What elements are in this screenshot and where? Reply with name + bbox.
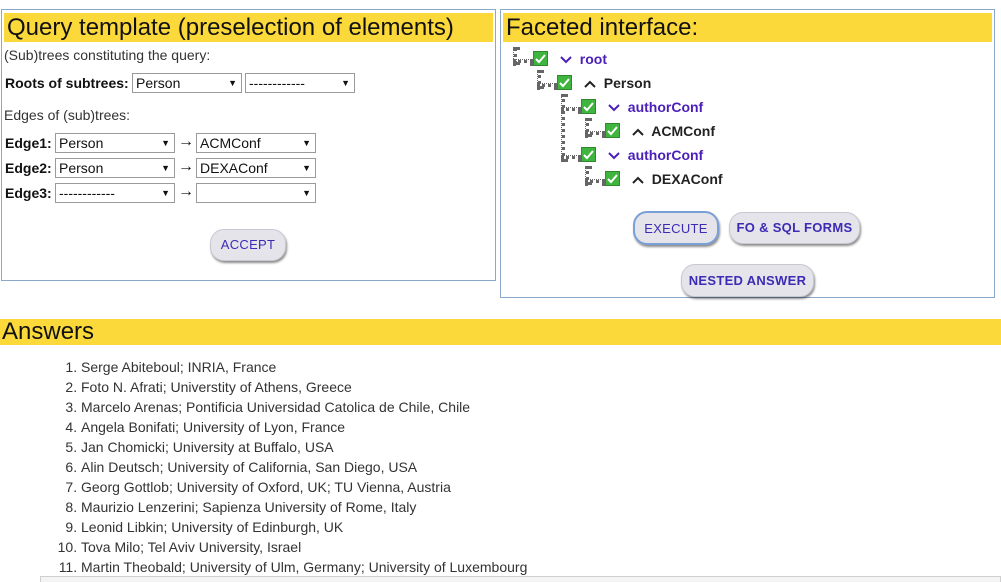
list-item: Leonid Libkin; University of Edinburgh, …	[81, 517, 527, 537]
list-item: Foto N. Afrati; Universtity of Athens, G…	[81, 377, 527, 397]
chevron-down-icon[interactable]	[607, 148, 621, 164]
query-template-title: Query template (preselection of elements…	[4, 13, 493, 42]
tree-node-label: authorConf	[627, 99, 704, 115]
list-item: Marcelo Arenas; Pontificia Universidad C…	[81, 397, 527, 417]
roots-label: Roots of subtrees:	[5, 75, 129, 91]
tree-connector	[585, 179, 605, 183]
tree-node-label: DEXAConf	[651, 171, 723, 187]
tree-connector	[537, 83, 557, 87]
edge1-to-value: ACMConf	[200, 135, 261, 151]
root-select-1[interactable]: Person ▼	[132, 73, 242, 93]
chevron-up-icon[interactable]	[631, 124, 645, 140]
edge1-from-value: Person	[59, 135, 104, 151]
tree-node-label: authorConf	[627, 147, 704, 163]
tree-node-authorconf-1[interactable]: authorConf	[581, 99, 703, 119]
chevron-down-icon: ▼	[302, 188, 311, 198]
chevron-down-icon: ▼	[302, 163, 311, 173]
edge2-label: Edge2:	[5, 160, 52, 176]
nested-answer-button[interactable]: NESTED ANSWER	[681, 264, 814, 297]
list-item: Alin Deutsch; University of California, …	[81, 457, 527, 477]
tree-connector	[585, 131, 605, 135]
checkbox-checked-icon[interactable]	[557, 75, 572, 90]
list-item: Martin Theobald; University of Ulm, Germ…	[81, 557, 527, 577]
chevron-down-icon: ▼	[161, 163, 170, 173]
chevron-down-icon[interactable]	[607, 100, 621, 116]
edge3-to-select[interactable]: ▼	[196, 183, 316, 203]
root-select-1-value: Person	[136, 75, 181, 91]
chevron-up-icon[interactable]	[631, 172, 645, 188]
list-item: Angela Bonifati; University of Lyon, Fra…	[81, 417, 527, 437]
right-arrow-icon: →	[178, 183, 194, 200]
tree-node-label: Person	[603, 75, 652, 91]
edge3-from-select[interactable]: ------------ ▼	[55, 183, 175, 203]
horizontal-scrollbar[interactable]	[40, 576, 1001, 582]
tree-node-label: ACMConf	[651, 123, 716, 139]
answers-list: Serge Abiteboul; INRIA, France Foto N. A…	[46, 357, 527, 577]
checkbox-checked-icon[interactable]	[605, 123, 620, 138]
chevron-down-icon: ▼	[161, 138, 170, 148]
edge2-from-value: Person	[59, 160, 104, 176]
fo-sql-forms-button[interactable]: FO & SQL FORMS	[729, 212, 860, 244]
tree-node-acmconf[interactable]: ACMConf	[605, 123, 715, 143]
edges-caption: Edges of (sub)trees:	[4, 107, 131, 123]
edge2-to-select[interactable]: DEXAConf ▼	[196, 158, 316, 178]
tree-node-label: root	[579, 51, 607, 67]
right-arrow-icon: →	[178, 158, 194, 175]
chevron-down-icon[interactable]	[559, 52, 573, 68]
root-select-2[interactable]: ------------ ▼	[245, 73, 355, 93]
edge2-to-value: DEXAConf	[200, 160, 268, 176]
chevron-down-icon: ▼	[302, 138, 311, 148]
tree-node-dexaconf[interactable]: DEXAConf	[605, 171, 723, 191]
chevron-down-icon: ▼	[228, 78, 237, 88]
tree-connector	[561, 155, 581, 159]
list-item: Maurizio Lenzerini; Sapienza University …	[81, 497, 527, 517]
execute-button[interactable]: EXECUTE	[633, 211, 719, 245]
list-item: Tova Milo; Tel Aviv University, Israel	[81, 537, 527, 557]
chevron-down-icon: ▼	[161, 188, 170, 198]
edge1-from-select[interactable]: Person ▼	[55, 133, 175, 153]
subtrees-caption: (Sub)trees constituting the query:	[4, 47, 211, 63]
chevron-up-icon[interactable]	[583, 76, 597, 92]
tree-node-person[interactable]: Person	[557, 75, 651, 95]
edge1-to-select[interactable]: ACMConf ▼	[196, 133, 316, 153]
tree-connector	[561, 107, 581, 111]
edge3-label: Edge3:	[5, 185, 52, 201]
list-item: Georg Gottlob; University of Oxford, UK;…	[81, 477, 527, 497]
answers-title: Answers	[0, 319, 1001, 345]
tree-connector	[513, 59, 533, 63]
chevron-down-icon: ▼	[341, 78, 350, 88]
list-item: Jan Chomicki; University at Buffalo, USA	[81, 437, 527, 457]
root-select-2-value: ------------	[249, 75, 305, 91]
checkbox-checked-icon[interactable]	[605, 171, 620, 186]
faceted-interface-title: Faceted interface:	[503, 13, 992, 42]
accept-button[interactable]: ACCEPT	[210, 229, 286, 261]
checkbox-checked-icon[interactable]	[533, 51, 548, 66]
list-item: Serge Abiteboul; INRIA, France	[81, 357, 527, 377]
tree-connector	[561, 94, 565, 162]
right-arrow-icon: →	[178, 133, 194, 150]
checkbox-checked-icon[interactable]	[581, 99, 596, 114]
checkbox-checked-icon[interactable]	[581, 147, 596, 162]
edge1-label: Edge1:	[5, 135, 52, 151]
tree-node-authorconf-2[interactable]: authorConf	[581, 147, 703, 167]
tree-node-root[interactable]: root	[533, 51, 607, 71]
edge2-from-select[interactable]: Person ▼	[55, 158, 175, 178]
edge3-from-value: ------------	[59, 185, 115, 201]
